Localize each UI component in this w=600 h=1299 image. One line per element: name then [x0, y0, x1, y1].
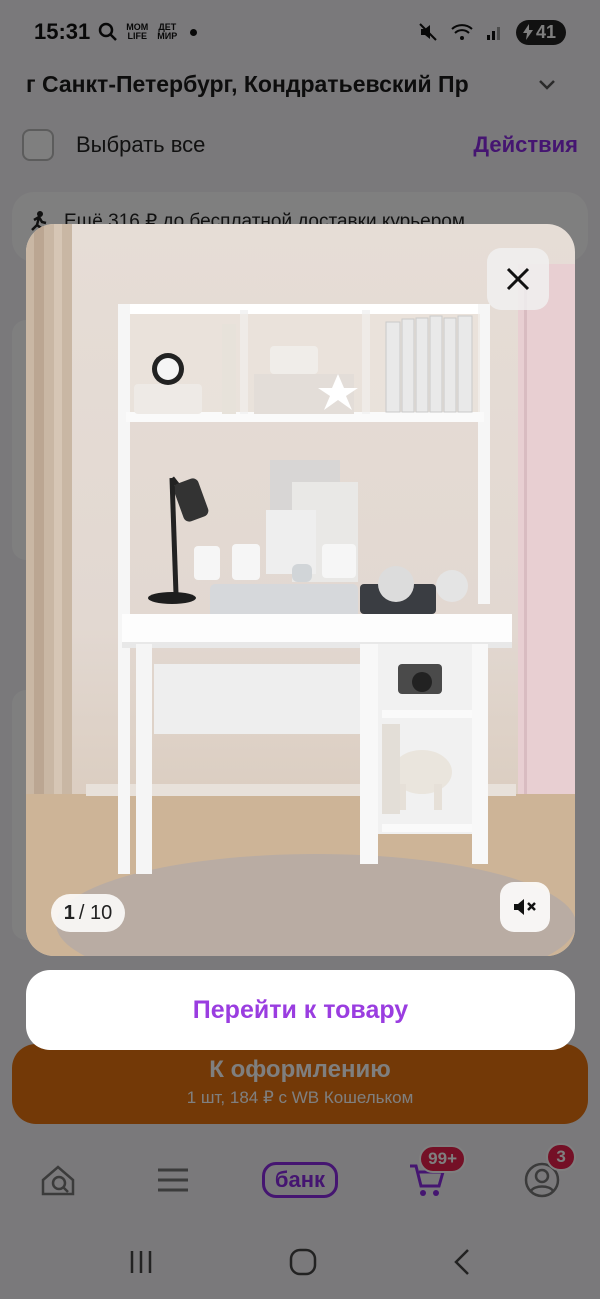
counter-total: / 10 — [78, 901, 113, 924]
close-icon — [506, 267, 530, 291]
product-photo[interactable] — [26, 224, 575, 956]
counter-current: 1 — [63, 901, 75, 924]
close-button[interactable] — [487, 248, 549, 310]
photo-counter: 1 / 10 — [51, 894, 125, 932]
go-to-product-button[interactable]: Перейти к товару — [26, 970, 575, 1050]
mute-button[interactable] — [500, 882, 550, 932]
sound-off-icon — [514, 899, 536, 915]
desk-photo-illustration — [26, 224, 575, 956]
